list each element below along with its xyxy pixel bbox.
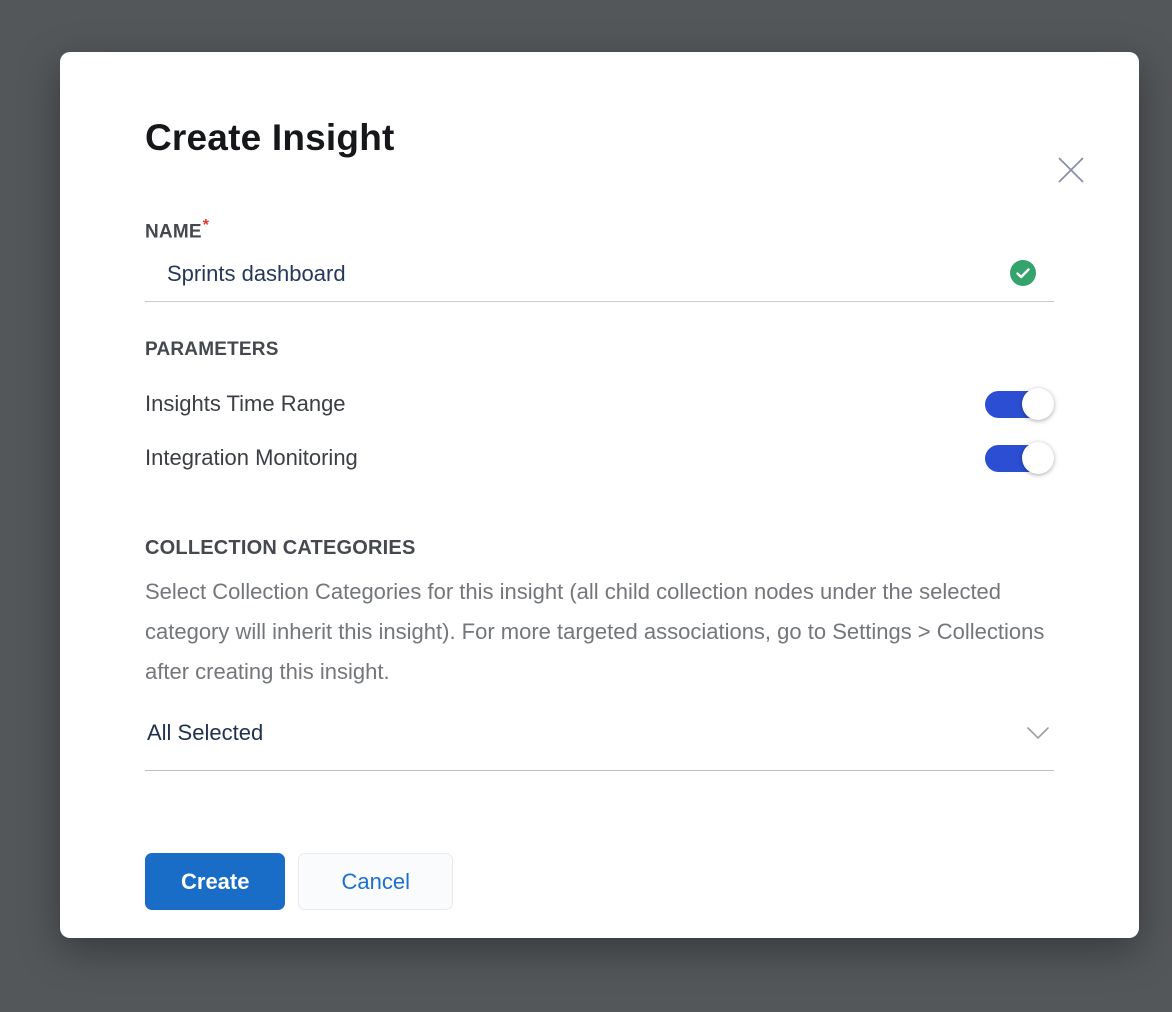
collection-categories-dropdown[interactable]: All Selected (145, 714, 1054, 771)
parameter-row-insights-time-range: Insights Time Range (145, 377, 1054, 431)
required-asterisk: * (203, 217, 209, 234)
toggle-knob (1022, 388, 1054, 420)
create-button[interactable]: Create (145, 853, 285, 910)
dropdown-selected-value: All Selected (147, 720, 263, 746)
insights-time-range-toggle[interactable] (985, 391, 1052, 418)
name-label: NAME* (145, 217, 1054, 243)
modal-actions: Create Cancel (145, 853, 1054, 910)
name-label-text: NAME (145, 221, 202, 242)
parameters-list: Insights Time Range Integration Monitori… (145, 377, 1054, 485)
name-input[interactable] (145, 251, 1010, 301)
parameter-label: Integration Monitoring (145, 445, 358, 471)
cancel-button[interactable]: Cancel (298, 853, 452, 910)
collection-categories-heading: COLLECTION CATEGORIES (145, 537, 1054, 560)
valid-check-icon (1010, 260, 1036, 286)
name-input-row (145, 251, 1054, 302)
parameter-label: Insights Time Range (145, 391, 346, 417)
modal-backdrop: Create Insight NAME* PARAMETERS Insights… (0, 0, 1172, 1012)
integration-monitoring-toggle[interactable] (985, 445, 1052, 472)
parameter-row-integration-monitoring: Integration Monitoring (145, 431, 1054, 485)
collection-categories-description: Select Collection Categories for this in… (145, 572, 1054, 692)
chevron-down-icon (1026, 726, 1050, 740)
close-button[interactable] (1051, 150, 1091, 190)
toggle-knob (1022, 442, 1054, 474)
create-insight-modal: Create Insight NAME* PARAMETERS Insights… (60, 52, 1139, 938)
parameters-heading: PARAMETERS (145, 339, 1054, 361)
modal-title: Create Insight (145, 115, 1054, 161)
close-icon (1056, 155, 1086, 185)
